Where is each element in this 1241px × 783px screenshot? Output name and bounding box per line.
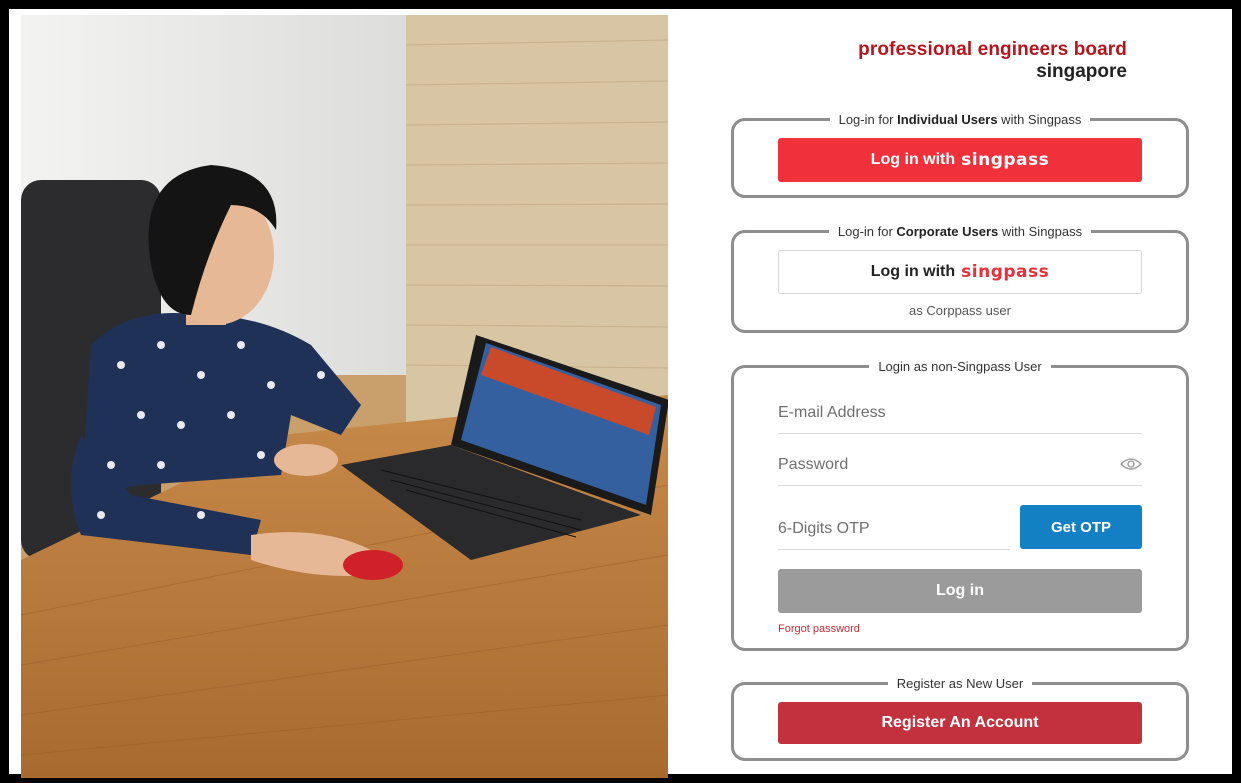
password-input[interactable] [778,455,1142,474]
individual-login-group: Log-in for Individual Users with Singpas… [731,112,1189,198]
individual-singpass-login-button[interactable]: Log in with singpass [778,138,1142,182]
login-button[interactable]: Log in [778,569,1142,613]
get-otp-button[interactable]: Get OTP [1020,505,1142,549]
brand-logo: professional engineers board singapore [858,39,1127,83]
brand-line-2: singapore [1036,61,1127,82]
corporate-login-group: Log-in for Corporate Users with Singpass… [731,224,1189,333]
singpass-logo: singpass [961,150,1050,170]
singpass-logo: singpass [961,262,1050,282]
password-field[interactable] [778,444,1142,486]
eye-icon[interactable] [1120,456,1142,472]
email-input[interactable] [778,403,1142,422]
otp-input[interactable] [778,519,1010,538]
individual-legend: Log-in for Individual Users with Singpas… [829,112,1091,127]
brand-line-1: professional engineers board [858,39,1127,60]
login-panel: professional engineers board singapore L… [689,9,1232,774]
hero-photo [21,15,668,778]
register-group: Register as New User Register An Account [731,676,1189,761]
corppass-note: as Corppass user [909,303,1011,318]
register-account-button[interactable]: Register An Account [778,702,1142,744]
email-field[interactable] [778,392,1142,434]
page-frame: professional engineers board singapore L… [9,9,1232,778]
non-singpass-login-group: Login as non-Singpass User Get OTP Log i… [731,359,1189,651]
forgot-password-link[interactable]: Forgot password [778,623,860,635]
hero-illustration [21,15,668,778]
otp-field[interactable] [778,508,1010,550]
non-singpass-legend: Login as non-Singpass User [869,359,1051,374]
corporate-legend: Log-in for Corporate Users with Singpass [828,224,1092,239]
register-legend: Register as New User [887,676,1033,691]
corporate-singpass-login-button[interactable]: Log in with singpass [778,250,1142,294]
